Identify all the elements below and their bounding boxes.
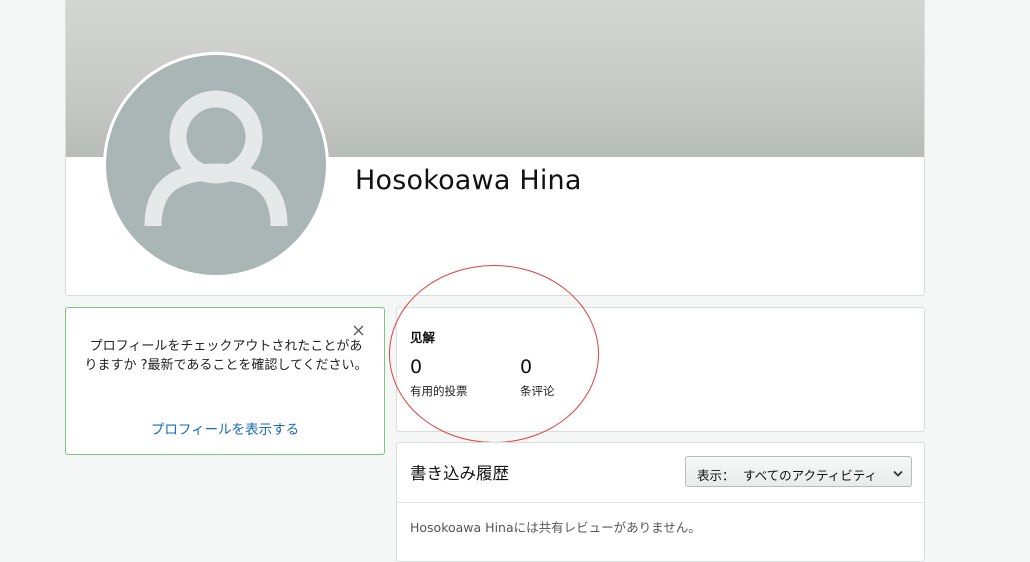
notice-message: プロフィールをチェックアウトされたことがありますか ?最新であることを確認してく… [84, 339, 368, 373]
filter-prefix: 表示： [697, 468, 735, 483]
activity-filter-select[interactable]: 表示： すべてのアクティビティ [685, 456, 912, 487]
profile-card: Hosokoawa Hina [65, 0, 925, 296]
insights-title: 见解 [410, 330, 436, 345]
history-empty-message: Hosokoawa Hinaには共有レビューがありません。 [410, 520, 701, 535]
chevron-down-icon [892, 467, 904, 477]
helpful-votes-count: 0 [410, 356, 423, 378]
history-title: 書き込み履歴 [410, 464, 509, 483]
history-divider [397, 502, 924, 503]
activity-history-card: 書き込み履歴 表示： すべてのアクティビティ Hosokoawa Hinaには共… [396, 442, 925, 562]
profile-notice-card: プロフィールをチェックアウトされたことがありますか ?最新であることを確認してく… [65, 307, 385, 455]
comments-label: 条评论 [520, 384, 555, 398]
insights-card: 见解 0 有用的投票 0 条评论 [396, 307, 925, 432]
avatar[interactable] [106, 55, 326, 275]
user-silhouette-icon [144, 90, 288, 227]
profile-name: Hosokoawa Hina [355, 165, 582, 196]
filter-value: すべてのアクティビティ [743, 468, 878, 483]
helpful-votes-label: 有用的投票 [410, 384, 468, 398]
view-profile-link[interactable]: プロフィールを表示する [66, 418, 384, 438]
comments-count: 0 [520, 356, 533, 378]
